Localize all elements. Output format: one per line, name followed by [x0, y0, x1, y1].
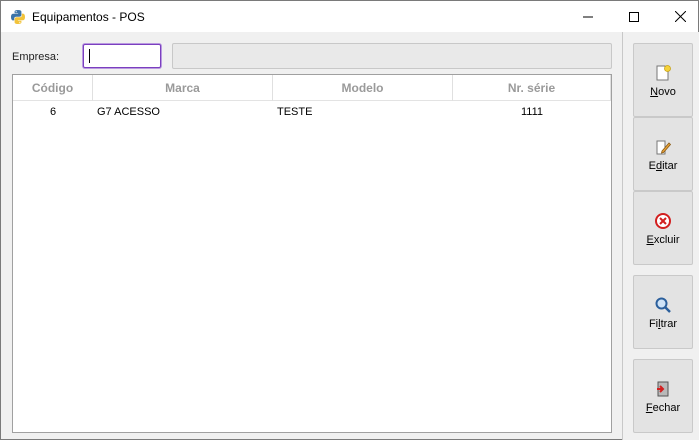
empresa-description-field — [172, 43, 612, 69]
table-header: Código Marca Modelo Nr. série — [13, 75, 611, 101]
text-caret — [89, 49, 90, 63]
maximize-button[interactable] — [611, 1, 657, 32]
minimize-icon — [583, 16, 593, 17]
cell-modelo: TESTE — [277, 106, 313, 118]
fechar-button[interactable]: Fechar — [633, 359, 693, 433]
filtrar-button[interactable]: Filtrar — [633, 275, 693, 349]
filtrar-label: Filtrar — [648, 318, 678, 330]
excluir-label: Excluir — [646, 234, 680, 246]
maximize-icon — [629, 11, 639, 22]
cell-marca: G7 ACESSO — [97, 106, 160, 118]
column-header-marca[interactable]: Marca — [93, 75, 273, 101]
new-document-icon — [654, 64, 672, 82]
exit-door-icon — [654, 380, 672, 398]
title-bar: Equipamentos - POS — [1, 1, 698, 32]
minimize-button[interactable] — [565, 1, 611, 32]
search-icon — [654, 296, 672, 314]
edit-icon — [654, 138, 672, 156]
action-sidebar: Novo Editar Excluir Filtrar Fechar — [622, 32, 699, 440]
column-header-modelo[interactable]: Modelo — [273, 75, 453, 101]
editar-button[interactable]: Editar — [633, 117, 693, 191]
editar-label: Editar — [648, 160, 678, 172]
column-header-codigo[interactable]: Código — [13, 75, 93, 101]
cell-codigo: 6 — [49, 106, 57, 118]
column-header-nr-serie[interactable]: Nr. série — [453, 75, 611, 101]
equipment-table[interactable]: Código Marca Modelo Nr. série 6 G7 ACESS… — [12, 74, 612, 433]
novo-button[interactable]: Novo — [633, 43, 693, 117]
delete-icon — [654, 212, 672, 230]
python-icon — [10, 9, 26, 25]
fechar-label: Fechar — [645, 402, 681, 414]
window-title: Equipamentos - POS — [32, 10, 145, 24]
empresa-code-input[interactable] — [83, 44, 161, 68]
app-window: Equipamentos - POS Empresa: Código Marca… — [0, 0, 699, 440]
close-icon — [674, 11, 686, 22]
excluir-button[interactable]: Excluir — [633, 191, 693, 265]
close-button[interactable] — [657, 1, 699, 32]
table-row[interactable]: 6 G7 ACESSO TESTE 1111 — [13, 102, 611, 122]
novo-label: Novo — [650, 86, 676, 98]
cell-nr-serie: 1111 — [520, 106, 544, 118]
empresa-label: Empresa: — [12, 51, 60, 63]
